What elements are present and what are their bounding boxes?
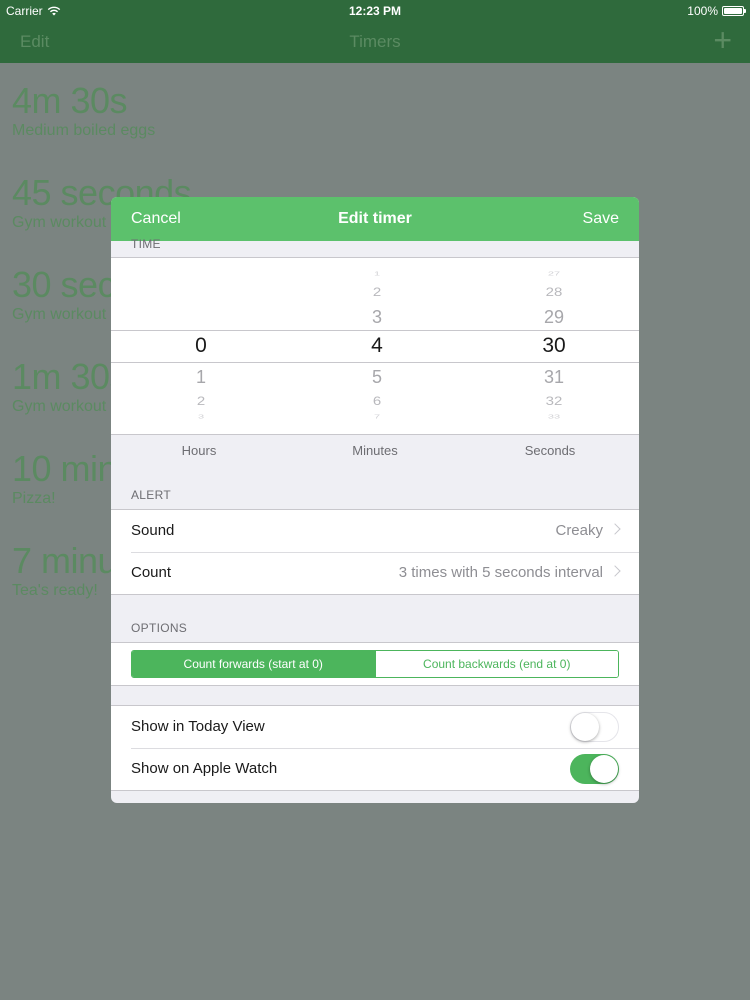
minutes-unit-label: Minutes bbox=[352, 443, 398, 458]
timer-row[interactable]: 4m 30s Medium boiled eggs bbox=[12, 80, 191, 172]
count-forwards-segment[interactable]: Count forwards (start at 0) bbox=[132, 651, 375, 677]
count-value: 3 times with 5 seconds interval bbox=[398, 564, 603, 581]
count-direction-group: Count forwards (start at 0) Count backwa… bbox=[111, 642, 639, 686]
hours-unit-label: Hours bbox=[181, 443, 217, 458]
alert-group: Sound Creaky Count 3 times with 5 second… bbox=[111, 509, 639, 595]
seconds-wheel-value: 28 bbox=[545, 285, 563, 300]
nav-title: Timers bbox=[349, 32, 401, 51]
minutes-selected-value: 4 bbox=[371, 334, 383, 357]
seconds-wheel-value: 27 bbox=[547, 271, 561, 277]
seconds-wheel-value: 32 bbox=[545, 394, 563, 409]
seconds-wheel-value: 33 bbox=[547, 414, 561, 420]
seconds-unit-label: Seconds bbox=[524, 443, 576, 458]
seconds-selected-value: 30 bbox=[542, 334, 566, 357]
hours-wheel[interactable]: 0 1 2 3 bbox=[141, 258, 261, 434]
count-direction-segmented-control[interactable]: Count forwards (start at 0) Count backwa… bbox=[131, 650, 619, 678]
apple-watch-row: Show on Apple Watch bbox=[111, 748, 639, 790]
today-view-row: Show in Today View bbox=[111, 706, 639, 748]
battery-indicator: 100% bbox=[687, 4, 746, 18]
count-label: Count bbox=[131, 564, 172, 581]
apple-watch-label: Show on Apple Watch bbox=[131, 760, 278, 777]
sound-value: Creaky bbox=[555, 522, 603, 539]
count-row[interactable]: Count 3 times with 5 seconds interval bbox=[111, 552, 639, 594]
timer-title: 4m 30s bbox=[12, 80, 128, 121]
minutes-wheel-value: 6 bbox=[372, 394, 382, 409]
time-section-label: TIME bbox=[131, 237, 161, 251]
minutes-wheel-value: 5 bbox=[371, 367, 382, 387]
hours-wheel-value: 3 bbox=[197, 414, 205, 420]
seconds-wheel-value: 31 bbox=[543, 367, 565, 387]
seconds-wheel[interactable]: 27 28 29 30 31 32 33 bbox=[494, 258, 614, 434]
save-button[interactable]: Save bbox=[583, 210, 619, 228]
time-picker[interactable]: 0 1 2 3 1 2 3 4 5 6 7 27 28 29 30 31 32 … bbox=[111, 257, 639, 435]
timer-subtitle: Medium boiled eggs bbox=[12, 122, 156, 139]
sound-label: Sound bbox=[131, 522, 175, 539]
minutes-wheel-value: 2 bbox=[372, 285, 382, 300]
battery-percent: 100% bbox=[687, 4, 718, 18]
minutes-wheel[interactable]: 1 2 3 4 5 6 7 bbox=[317, 258, 437, 434]
options-section-label: OPTIONS bbox=[131, 621, 188, 635]
minutes-wheel-value: 3 bbox=[371, 307, 382, 327]
minutes-wheel-value: 7 bbox=[373, 414, 381, 420]
edit-timer-modal: Cancel Edit timer Save TIME 0 1 2 3 1 2 … bbox=[111, 197, 639, 803]
sound-row[interactable]: Sound Creaky bbox=[111, 510, 639, 552]
status-time: 12:23 PM bbox=[348, 4, 402, 18]
alert-section-label: ALERT bbox=[131, 488, 171, 502]
battery-icon bbox=[722, 6, 746, 16]
display-options-group: Show in Today View Show on Apple Watch bbox=[111, 705, 639, 791]
status-bar: Carrier 12:23 PM 100% bbox=[0, 0, 750, 22]
count-backwards-segment[interactable]: Count backwards (end at 0) bbox=[374, 651, 618, 677]
add-timer-button[interactable]: + bbox=[713, 24, 732, 56]
nav-bar: Edit Timers + bbox=[0, 22, 750, 63]
seconds-wheel-value: 29 bbox=[543, 307, 565, 327]
minutes-wheel-value: 1 bbox=[373, 271, 381, 277]
hours-selected-value: 0 bbox=[195, 334, 207, 357]
modal-title: Edit timer bbox=[338, 210, 412, 227]
modal-header: Cancel Edit timer Save bbox=[111, 197, 639, 241]
apple-watch-toggle[interactable] bbox=[570, 754, 619, 784]
hours-wheel-value: 2 bbox=[196, 394, 206, 409]
chevron-right-icon bbox=[609, 565, 621, 577]
today-view-toggle[interactable] bbox=[570, 712, 619, 742]
today-view-label: Show in Today View bbox=[131, 718, 265, 735]
chevron-right-icon bbox=[609, 523, 621, 535]
hours-wheel-value: 1 bbox=[195, 367, 206, 387]
